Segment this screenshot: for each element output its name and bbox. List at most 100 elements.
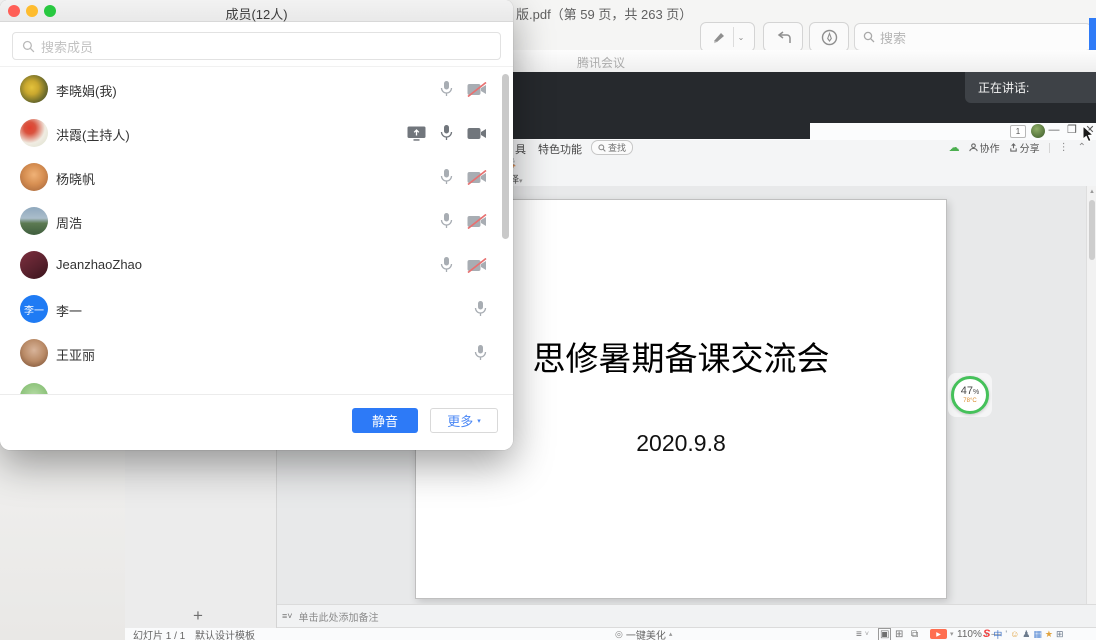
input-method-icon[interactable]: ☺ [1010,629,1019,639]
beautify-button[interactable]: ◎ 一键美化▴ [615,628,672,640]
search-icon [863,31,875,43]
account-avatar[interactable] [1031,124,1045,138]
panel-titlebar[interactable]: 成员(12人) [0,0,513,22]
slideshow-button[interactable]: ▶▾ [930,628,954,640]
mic-icon[interactable] [440,124,453,142]
canvas-scrollbar[interactable]: ▲ [1086,186,1096,604]
mic-icon[interactable] [440,212,453,230]
mic-icon[interactable] [440,168,453,186]
normal-view-icon: ▣ [878,628,891,640]
panel-footer: 静音 更多▾ [0,394,513,450]
member-row[interactable]: 洪霞(主持人) [0,111,513,155]
share-button[interactable]: 分享 [1009,140,1040,155]
input-method-icon[interactable]: S [983,628,990,640]
search-icon [598,144,606,152]
collapse-ribbon-button[interactable]: ⌃ [1078,142,1086,153]
ribbon-find-button[interactable]: 查找 [591,140,633,155]
input-method-icon[interactable]: ⊞ [1056,629,1064,640]
member-row[interactable]: 周浩 [0,199,513,243]
add-slide-button[interactable]: + [193,606,203,626]
avatar [20,75,48,103]
member-status-icons [440,80,487,98]
input-method-icon[interactable]: ▦ [1033,629,1042,640]
screen-share-icon[interactable] [407,126,426,141]
temperature-label: 78°C [963,398,976,404]
mic-icon[interactable] [474,300,487,318]
notes-toggle-button[interactable]: ≡˅ [856,628,869,640]
camera-on-icon[interactable] [467,126,487,141]
avatar [20,207,48,235]
message-count-badge[interactable]: 1 [1010,125,1026,138]
normal-view-button[interactable]: ▣ [878,628,891,640]
member-search-placeholder: 搜索成员 [41,37,93,56]
more-options-button[interactable]: ⋮ [1059,142,1069,153]
avatar [20,163,48,191]
template-name[interactable]: 默认设计模板 [195,628,255,640]
member-row[interactable]: 王亚丽 [0,331,513,375]
mic-icon[interactable] [474,344,487,362]
mic-icon[interactable] [440,256,453,274]
beautify-icon: ◎ [615,629,623,640]
pen-icon [711,29,727,45]
member-row[interactable]: 李一李一 [0,287,513,331]
pdf-search-field[interactable]: 搜索 [854,23,1092,51]
cloud-sync-icon[interactable]: ☁ [949,141,960,154]
member-status-icons [407,124,487,142]
members-panel: 成员(12人) 搜索成员 李晓娟(我) 洪霞(主持人) 杨晓帆周浩 JeanzhaoZ… [0,0,513,450]
member-row[interactable] [0,375,513,395]
preview-toolbar: ⌄ 搜索 [500,20,1096,54]
member-status-icons [440,168,487,186]
camera-off-icon[interactable] [467,258,487,273]
share-icon [1009,143,1018,152]
rotate-button[interactable] [763,22,803,52]
input-method-icon[interactable]: ' [1005,629,1007,639]
member-list-scrollbar[interactable] [502,74,509,239]
input-method-icon[interactable]: ♟ [1022,629,1030,640]
input-method-icon[interactable]: 中 [993,628,1002,640]
member-search-input[interactable]: 搜索成员 [12,32,501,60]
notes-icon: ≡˅ [282,611,293,621]
camera-off-icon[interactable] [467,170,487,185]
scroll-up-arrow[interactable]: ▲ [1089,189,1095,195]
avatar [20,339,48,367]
member-status-icons [440,256,487,274]
reading-view-icon: ⧉ [911,629,918,640]
scrollbar-thumb[interactable] [1089,200,1095,260]
chevron-down-icon[interactable]: ⌄ [738,33,745,42]
member-row[interactable]: 李晓娟(我) [0,67,513,111]
mic-icon[interactable] [440,80,453,98]
wps-top-actions: ☁ 协作 分享 ⋮ ⌃ [949,140,1086,155]
member-list: 李晓娟(我) 洪霞(主持人) 杨晓帆周浩 JeanzhaoZhao李一李一王亚丽 [0,66,513,395]
minimize-button[interactable]: — [1046,123,1062,138]
meeting-video-strip-corner [513,123,810,139]
notes-bar[interactable]: ≡˅ 单击此处添加备注 [277,604,1096,628]
wps-statusbar: 幻灯片 1 / 1 默认设计模板 ◎ 一键美化▴ ≡˅ ▣ ⊞ ⧉ ▶▾ 110… [125,628,1096,640]
member-row[interactable]: JeanzhaoZhao [0,243,513,287]
member-name: 李晓娟(我) [56,81,117,100]
meeting-window-title: 腾讯会议 [577,54,625,71]
member-name: 周浩 [56,213,82,232]
mute-button[interactable]: 静音 [352,408,418,433]
more-button[interactable]: 更多▾ [430,408,498,433]
cpu-ring: 47% 78°C [951,376,989,414]
rotate-icon [775,30,792,45]
collaborate-button[interactable]: 协作 [969,140,1000,155]
highlight-pen-button[interactable]: ⌄ [700,22,755,52]
input-method-toolbar[interactable]: S中'☺♟▦★⊞ [983,628,1064,640]
slide-sorter-view-button[interactable]: ⊞ [895,628,903,640]
camera-off-icon[interactable] [467,82,487,97]
member-name: 杨晓帆 [56,169,95,188]
member-row[interactable]: 杨晓帆 [0,155,513,199]
member-name: 洪霞(主持人) [56,125,130,144]
slide-indicator: 幻灯片 1 / 1 [133,628,185,640]
reading-view-button[interactable]: ⧉ [911,628,918,640]
search-placeholder: 搜索 [880,28,906,47]
speaking-label: 正在讲话: [978,79,1029,96]
markup-toolbar-button[interactable] [809,22,849,52]
notes-placeholder[interactable]: 单击此处添加备注 [299,609,379,624]
maximize-button[interactable]: ❐ [1064,123,1080,138]
camera-off-icon[interactable] [467,214,487,229]
mouse-cursor [1082,126,1095,143]
input-method-icon[interactable]: ★ [1045,629,1053,640]
performance-monitor-widget[interactable]: 47% 78°C [950,375,990,415]
